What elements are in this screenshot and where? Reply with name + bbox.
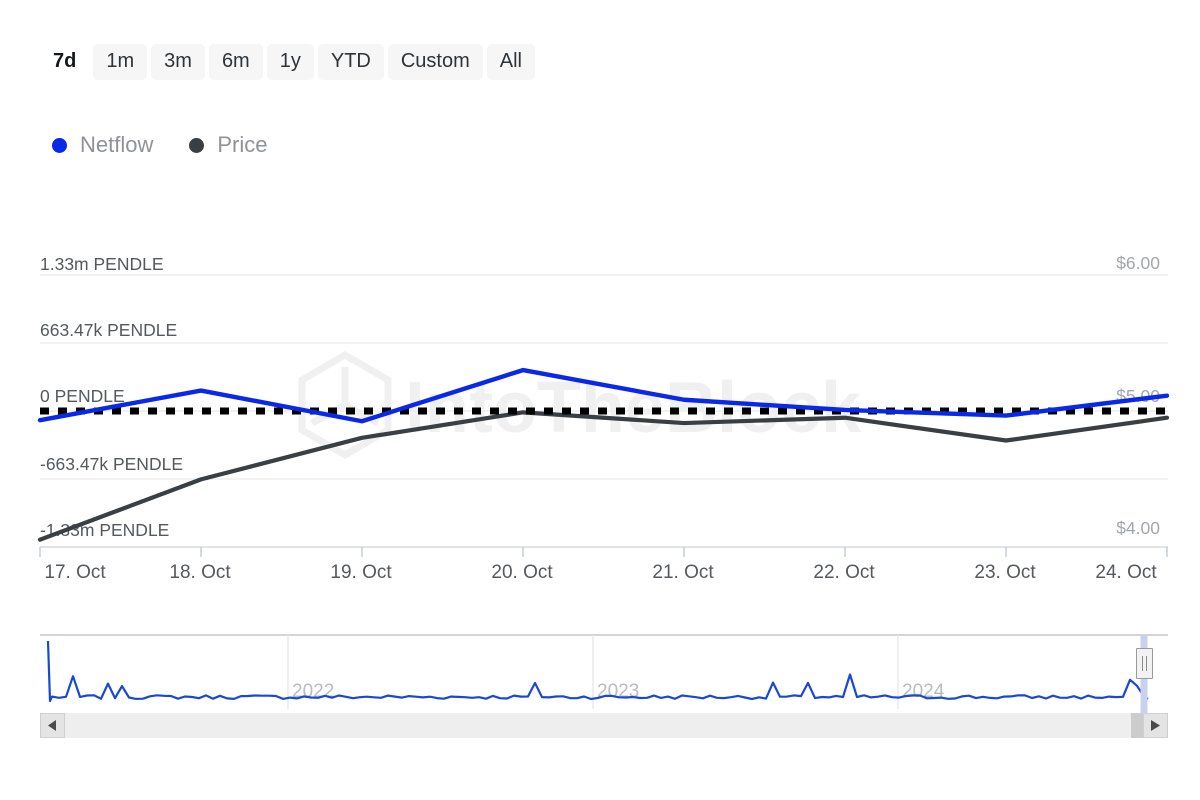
navigator-right-handle[interactable]: [1136, 648, 1153, 679]
handle-grip-line: [1142, 656, 1143, 671]
y-left-tick-1: -663.47k PENDLE: [40, 454, 183, 474]
scrollbar-track[interactable]: [65, 713, 1143, 738]
x-label-6: 23. Oct: [974, 562, 1036, 583]
x-label-2: 19. Oct: [330, 562, 392, 583]
handle-grip-line: [1146, 656, 1147, 671]
y-left-tick-4: 1.33m PENDLE: [40, 254, 164, 274]
intotheblock-hexagon-logo: [302, 355, 388, 455]
scroll-left-arrow-button[interactable]: [40, 713, 65, 738]
x-label-0: 17. Oct: [44, 562, 106, 583]
x-axis-ticks: [40, 547, 1167, 557]
y-right-tick-2: $6.00: [1116, 253, 1160, 273]
y-left-tick-2: 0 PENDLE: [40, 386, 125, 406]
x-label-3: 20. Oct: [491, 562, 553, 583]
x-label-7: 24. Oct: [1095, 562, 1157, 583]
navigator-chart[interactable]: 2022 2023 2024: [40, 621, 1168, 713]
y-left-tick-0: -1.33m PENDLE: [40, 520, 169, 540]
scroll-right-arrow-button[interactable]: [1143, 713, 1168, 738]
x-label-1: 18. Oct: [169, 562, 231, 583]
x-axis-labels: 17. Oct 18. Oct 19. Oct 20. Oct 21. Oct …: [44, 562, 1157, 583]
x-label-5: 22. Oct: [813, 562, 875, 583]
navigator-scrollbar[interactable]: [40, 713, 1168, 738]
x-axis: [40, 547, 1168, 557]
navigator-year-2023: 2023: [597, 681, 639, 702]
y-left-tick-3: 663.47k PENDLE: [40, 320, 177, 340]
x-label-4: 21. Oct: [652, 562, 714, 583]
chart-plot-area[interactable]: IntoTheBlock 1.33m: [0, 0, 1200, 610]
scrollbar-thumb[interactable]: [1131, 713, 1143, 738]
caret-left-icon: [48, 720, 57, 731]
caret-right-icon: [1151, 720, 1160, 731]
y-right-tick-0: $4.00: [1116, 518, 1160, 538]
navigator[interactable]: 2022 2023 2024: [40, 621, 1168, 738]
